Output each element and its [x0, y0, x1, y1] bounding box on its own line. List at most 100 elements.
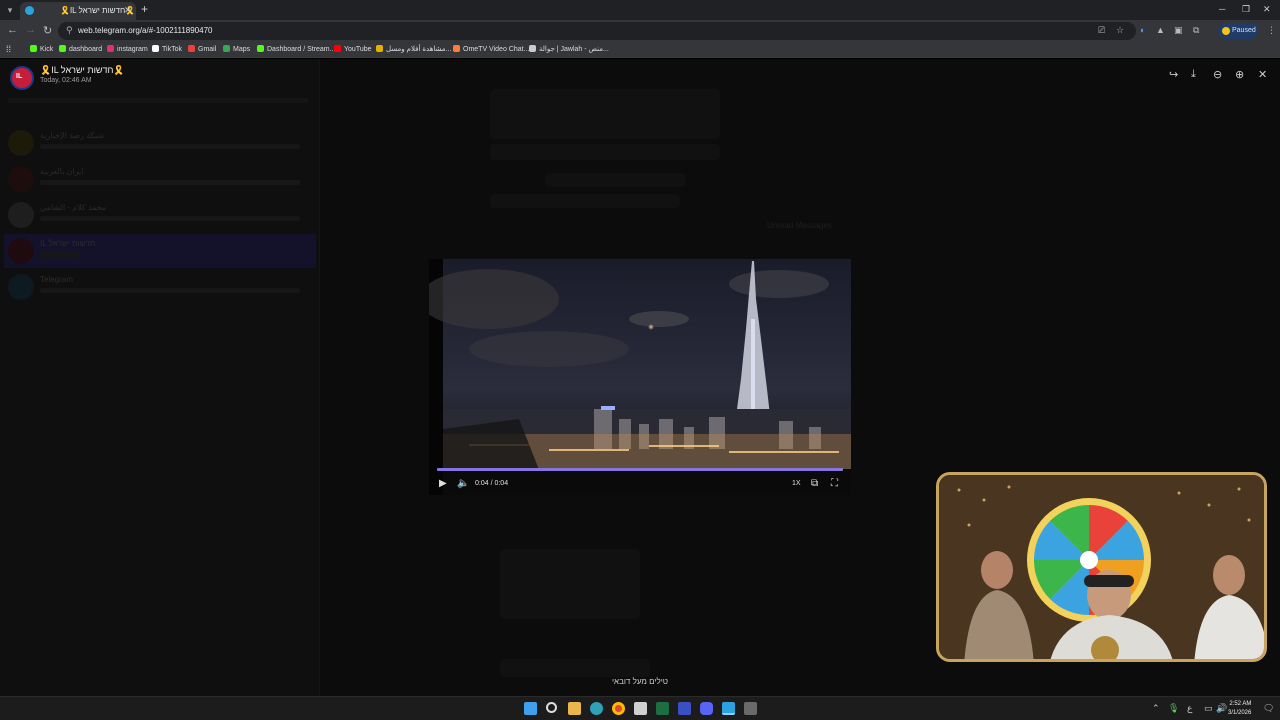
- playback-speed-button[interactable]: 1X: [792, 480, 801, 487]
- bookmark-item[interactable]: مشاهدة أفلام ومسل...: [376, 45, 451, 53]
- bookmark-icon: [223, 45, 230, 52]
- bookmark-label: dashboard: [69, 46, 103, 53]
- reactions-row: [490, 144, 720, 160]
- keyboard-language[interactable]: ع: [1187, 703, 1192, 714]
- apps-grid-icon[interactable]: ⁞⁞: [6, 44, 11, 54]
- bookmark-item[interactable]: instagram: [107, 45, 148, 53]
- restore-button[interactable]: ❐: [1242, 4, 1250, 15]
- new-tab-button[interactable]: +: [141, 2, 148, 16]
- chat-list-item-active[interactable]: IL חדשות ישראל: [4, 234, 316, 268]
- notifications-icon[interactable]: 🗨: [1263, 703, 1274, 714]
- bookmark-item[interactable]: Dashboard / Stream...: [257, 45, 335, 53]
- media-caption: טילים מעל דובאי: [611, 677, 669, 686]
- microphone-icon[interactable]: 🎙: [1168, 703, 1179, 714]
- forward-button[interactable]: →: [25, 24, 36, 36]
- search-icon[interactable]: [546, 702, 557, 713]
- avatar-text: IL: [16, 73, 23, 80]
- chat-list-item[interactable]: ايران بالعربية: [4, 162, 316, 196]
- browser-menu-icon[interactable]: ⋮: [1267, 25, 1276, 36]
- chat-list-item[interactable]: محمد كلام - الشامي: [4, 198, 316, 232]
- telegram-taskbar-icon[interactable]: [722, 702, 735, 715]
- bookmark-label: Dashboard / Stream...: [267, 46, 336, 53]
- channel-avatar[interactable]: IL: [10, 66, 34, 90]
- fullscreen-icon[interactable]: ⛶: [831, 478, 838, 489]
- reply-preview: [545, 173, 685, 187]
- extension-icon[interactable]: ▲: [1156, 25, 1165, 35]
- zoom-in-icon[interactable]: ⊕: [1235, 68, 1244, 81]
- url-text: web.telegram.org/a/#-1002111890470: [78, 26, 213, 35]
- bookmark-item[interactable]: Maps: [223, 45, 250, 53]
- download-icon[interactable]: ⤓: [1191, 68, 1196, 81]
- extension-sound-icon[interactable]: ◖: [1139, 25, 1144, 35]
- excel-icon[interactable]: [656, 702, 669, 715]
- video-player[interactable]: [429, 259, 851, 495]
- browser-tab-telegram[interactable]: 🎗️IL חדשות ישראל🎗️ ✕: [20, 2, 136, 20]
- profile-paused-button[interactable]: Paused: [1218, 23, 1258, 39]
- bookmark-item[interactable]: Gmail: [188, 45, 216, 53]
- chat-avatar: [8, 274, 34, 300]
- bookmark-star-icon[interactable]: ☆: [1116, 25, 1124, 36]
- start-windows-icon[interactable]: [524, 702, 537, 715]
- message-bubble: [500, 549, 640, 619]
- discord-icon[interactable]: [700, 702, 713, 715]
- forward-share-icon[interactable]: ↪: [1169, 68, 1178, 81]
- tab-search-icon[interactable]: ▾: [4, 4, 16, 16]
- reload-button[interactable]: ↻: [43, 24, 52, 37]
- chat-avatar: [8, 238, 34, 264]
- zoom-out-icon[interactable]: ⊖: [1213, 68, 1222, 81]
- chat-name: ايران بالعربية: [40, 167, 84, 176]
- bookmark-item[interactable]: جوالة | Jawlah - منص...: [529, 45, 609, 53]
- bookmark-label: Maps: [233, 46, 251, 53]
- picture-in-picture-icon[interactable]: ⧉: [811, 478, 818, 489]
- bookmark-icon: [453, 45, 460, 52]
- chat-name: محمد كلام - الشامي: [40, 203, 107, 212]
- app-window-icon[interactable]: [744, 702, 757, 715]
- play-icon[interactable]: ▶: [439, 478, 447, 489]
- video-progress-bar[interactable]: [437, 468, 843, 471]
- chat-preview: [40, 252, 80, 257]
- address-bar[interactable]: ⚲ web.telegram.org/a/#-1002111890470 ⎚ ☆: [58, 22, 1136, 40]
- bookmark-icon: [107, 45, 114, 52]
- chat-avatar: [8, 130, 34, 156]
- bookmark-item[interactable]: YouTube: [334, 45, 372, 53]
- system-clock[interactable]: 2:52 AM 3/1/2026: [1228, 700, 1251, 718]
- webcam-scene: [939, 475, 1264, 659]
- windows-taskbar: ⌃ 🎙 ع ▭ 🔊 2:52 AM 3/1/2026 🗨: [0, 696, 1280, 720]
- store-icon[interactable]: [634, 702, 647, 715]
- bookmark-label: Kick: [40, 46, 54, 53]
- browser-tabstrip: ▾ 🎗️IL חדשות ישראל🎗️ ✕ + ─ ❐ ✕: [0, 0, 1280, 20]
- chrome-browser-icon[interactable]: [612, 702, 625, 715]
- install-app-icon[interactable]: ⎚: [1098, 25, 1105, 36]
- network-icon[interactable]: ▭: [1204, 703, 1213, 714]
- tray-overflow-icon[interactable]: ⌃: [1152, 703, 1160, 714]
- bookmark-icon: [59, 45, 66, 52]
- bookmark-item[interactable]: dashboard: [59, 45, 102, 53]
- close-viewer-icon[interactable]: ✕: [1258, 68, 1267, 81]
- back-button[interactable]: ←: [7, 24, 18, 36]
- bookmark-label: مشاهدة أفلام ومسل...: [386, 46, 452, 53]
- media-viewer-header: IL 🎗️IL חדשות ישראל🎗️ Today, 02:46 AM ↪ …: [0, 59, 1280, 91]
- bookmark-item[interactable]: Kick: [30, 45, 53, 53]
- extension-box-icon[interactable]: ▣: [1174, 25, 1183, 36]
- bookmark-icon: [334, 45, 341, 52]
- chat-list-item[interactable]: Telegram: [4, 270, 316, 304]
- clock-time: 2:52 AM: [1229, 701, 1252, 707]
- edge-browser-icon[interactable]: [590, 702, 603, 715]
- extensions-puzzle-icon[interactable]: ⧉: [1193, 25, 1199, 36]
- site-info-icon[interactable]: ⚲: [66, 25, 73, 36]
- chat-avatar: [8, 166, 34, 192]
- file-explorer-icon[interactable]: [568, 702, 581, 715]
- volume-icon[interactable]: 🔈: [457, 478, 469, 489]
- chat-list-item[interactable]: شبكة رصد الإخبارية: [4, 126, 316, 160]
- bookmark-item[interactable]: TikTok: [152, 45, 182, 53]
- tab-close-icon[interactable]: ✕: [124, 5, 132, 16]
- bookmark-item[interactable]: OmeTV Video Chat...: [453, 45, 529, 53]
- app-icon[interactable]: [678, 702, 691, 715]
- channel-title[interactable]: 🎗️IL חדשות ישראל🎗️: [40, 65, 125, 76]
- volume-tray-icon[interactable]: 🔊: [1216, 703, 1227, 714]
- close-window-button[interactable]: ✕: [1263, 4, 1271, 15]
- sidebar-hint: [8, 98, 308, 103]
- unread-divider: Unread Messages: [767, 221, 832, 230]
- chat-preview: [40, 180, 300, 185]
- minimize-button[interactable]: ─: [1219, 4, 1225, 14]
